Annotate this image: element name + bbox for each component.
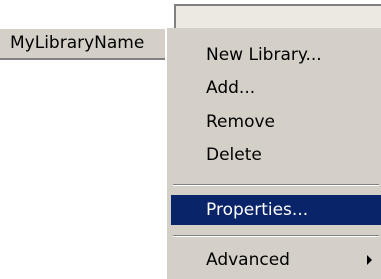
- menu-item-label: Add...: [206, 78, 256, 98]
- library-name-label: MyLibraryName: [10, 33, 145, 53]
- menu-item-new-library[interactable]: New Library...: [171, 40, 381, 70]
- menu-item-properties[interactable]: Properties...: [171, 195, 381, 225]
- menu-item-label: Properties...: [206, 200, 309, 220]
- menu-item-delete[interactable]: Delete: [171, 140, 381, 170]
- menu-item-label: Advanced: [206, 250, 290, 270]
- menu-item-label: New Library...: [206, 45, 322, 65]
- context-menu: New Library... Add... Remove Delete Prop…: [166, 28, 381, 279]
- submenu-arrow-icon: [367, 255, 372, 265]
- menu-item-advanced[interactable]: Advanced: [171, 245, 381, 275]
- screen: MyLibraryName New Library... Add... Remo…: [0, 0, 381, 279]
- menu-separator: [173, 184, 379, 186]
- menu-item-label: Remove: [206, 112, 275, 132]
- library-name-tab[interactable]: MyLibraryName: [0, 28, 165, 60]
- menu-item-remove[interactable]: Remove: [171, 107, 381, 137]
- menu-item-add[interactable]: Add...: [171, 73, 381, 103]
- menu-item-label: Delete: [206, 145, 262, 165]
- menu-separator: [173, 235, 379, 237]
